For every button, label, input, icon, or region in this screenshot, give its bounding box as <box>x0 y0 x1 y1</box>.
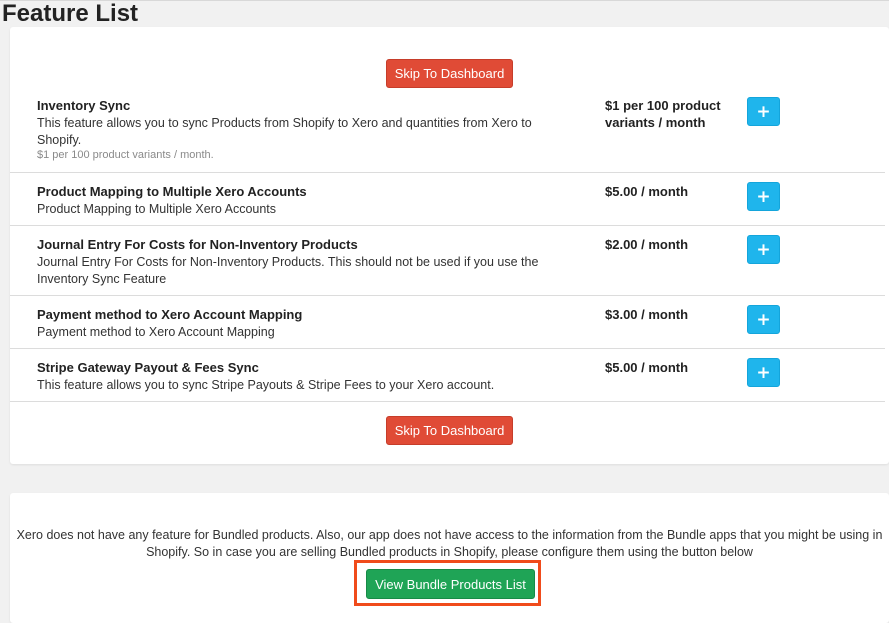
feature-description: Payment method to Xero Account Mapping <box>37 325 275 339</box>
feature-price: $1 per 100 product variants / month <box>605 98 721 130</box>
feature-price: $5.00 / month <box>605 184 689 199</box>
feature-name: Product Mapping to Multiple Xero Account… <box>37 184 307 199</box>
feature-list-card: Skip To Dashboard Inventory Sync This fe… <box>10 27 889 464</box>
feature-price: $5.00 / month <box>605 360 689 375</box>
row-divider <box>10 172 885 173</box>
plus-icon: + <box>756 239 771 260</box>
plus-icon: + <box>756 186 771 207</box>
feature-name: Stripe Gateway Payout & Fees Sync <box>37 360 259 375</box>
feature-name: Journal Entry For Costs for Non-Inventor… <box>37 237 358 252</box>
add-feature-button[interactable]: + <box>747 235 780 264</box>
feature-price: $2.00 / month <box>605 237 689 252</box>
bundle-message: Xero does not have any feature for Bundl… <box>16 528 883 559</box>
plus-icon: + <box>756 362 771 383</box>
feature-description: This feature allows you to sync Stripe P… <box>37 378 495 392</box>
bundle-card: Xero does not have any feature for Bundl… <box>10 493 889 623</box>
plus-icon: + <box>756 309 771 330</box>
feature-price-note: $1 per 100 product variants / month. <box>37 149 214 161</box>
add-feature-button[interactable]: + <box>747 182 780 211</box>
add-feature-button[interactable]: + <box>747 358 780 387</box>
add-feature-button[interactable]: + <box>747 97 780 126</box>
feature-price: $3.00 / month <box>605 307 689 322</box>
feature-description: Product Mapping to Multiple Xero Account… <box>37 202 277 216</box>
row-divider <box>10 295 885 296</box>
view-bundle-products-button[interactable]: View Bundle Products List <box>366 569 535 599</box>
row-divider <box>10 348 885 349</box>
add-feature-button[interactable]: + <box>747 305 780 334</box>
feature-description: Journal Entry For Costs for Non-Inventor… <box>37 255 539 286</box>
skip-to-dashboard-button-bottom[interactable]: Skip To Dashboard <box>386 416 513 445</box>
feature-name: Payment method to Xero Account Mapping <box>37 307 303 322</box>
feature-name: Inventory Sync <box>37 98 131 113</box>
row-divider <box>10 401 885 402</box>
skip-to-dashboard-button-top[interactable]: Skip To Dashboard <box>386 59 513 88</box>
row-divider <box>10 225 885 226</box>
feature-description: This feature allows you to sync Products… <box>37 116 532 147</box>
plus-icon: + <box>756 101 771 122</box>
page-title: Feature List <box>2 0 139 27</box>
